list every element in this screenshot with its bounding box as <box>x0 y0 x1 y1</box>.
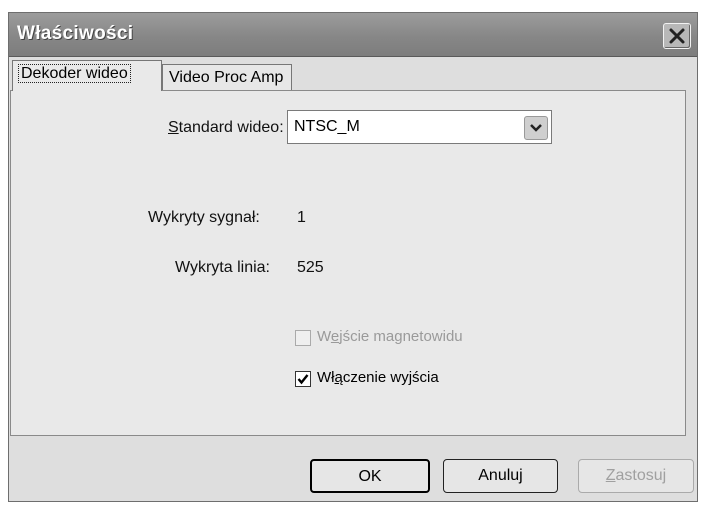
vcr-input-checkbox[interactable] <box>295 330 311 346</box>
vcr-input-label: Wejście magnetowidu <box>317 328 463 345</box>
tab-video-proc-amp-label: Video Proc Amp <box>169 69 284 86</box>
video-standard-label: Standard wideo: <box>168 119 284 136</box>
detected-signal-value: 1 <box>297 209 306 226</box>
window-title: Właściwości <box>17 23 134 44</box>
dropdown-button[interactable] <box>524 116 548 140</box>
detected-line-value: 525 <box>297 259 324 276</box>
tab-video-decoder[interactable]: Dekoder wideo <box>12 60 162 91</box>
detected-signal-label: Wykryty sygnał: <box>148 209 260 226</box>
chevron-down-icon <box>530 124 542 132</box>
output-enable-checkbox[interactable] <box>295 371 311 387</box>
title-bar[interactable]: Właściwości <box>9 13 697 57</box>
close-icon <box>669 28 685 44</box>
tab-video-decoder-label: Dekoder wideo <box>18 64 131 83</box>
output-enable-label: Włączenie wyjścia <box>317 369 439 386</box>
video-standard-select[interactable]: NTSC_M <box>287 110 552 144</box>
apply-button[interactable]: Zastosuj <box>578 459 694 493</box>
tab-video-proc-amp[interactable]: Video Proc Amp <box>162 64 292 90</box>
detected-line-label: Wykryta linia: <box>175 259 270 276</box>
close-button[interactable] <box>663 23 691 49</box>
checkmark-icon <box>297 374 309 385</box>
video-standard-value: NTSC_M <box>294 118 360 135</box>
ok-button[interactable]: OK <box>310 459 430 493</box>
cancel-button[interactable]: Anuluj <box>443 459 558 493</box>
